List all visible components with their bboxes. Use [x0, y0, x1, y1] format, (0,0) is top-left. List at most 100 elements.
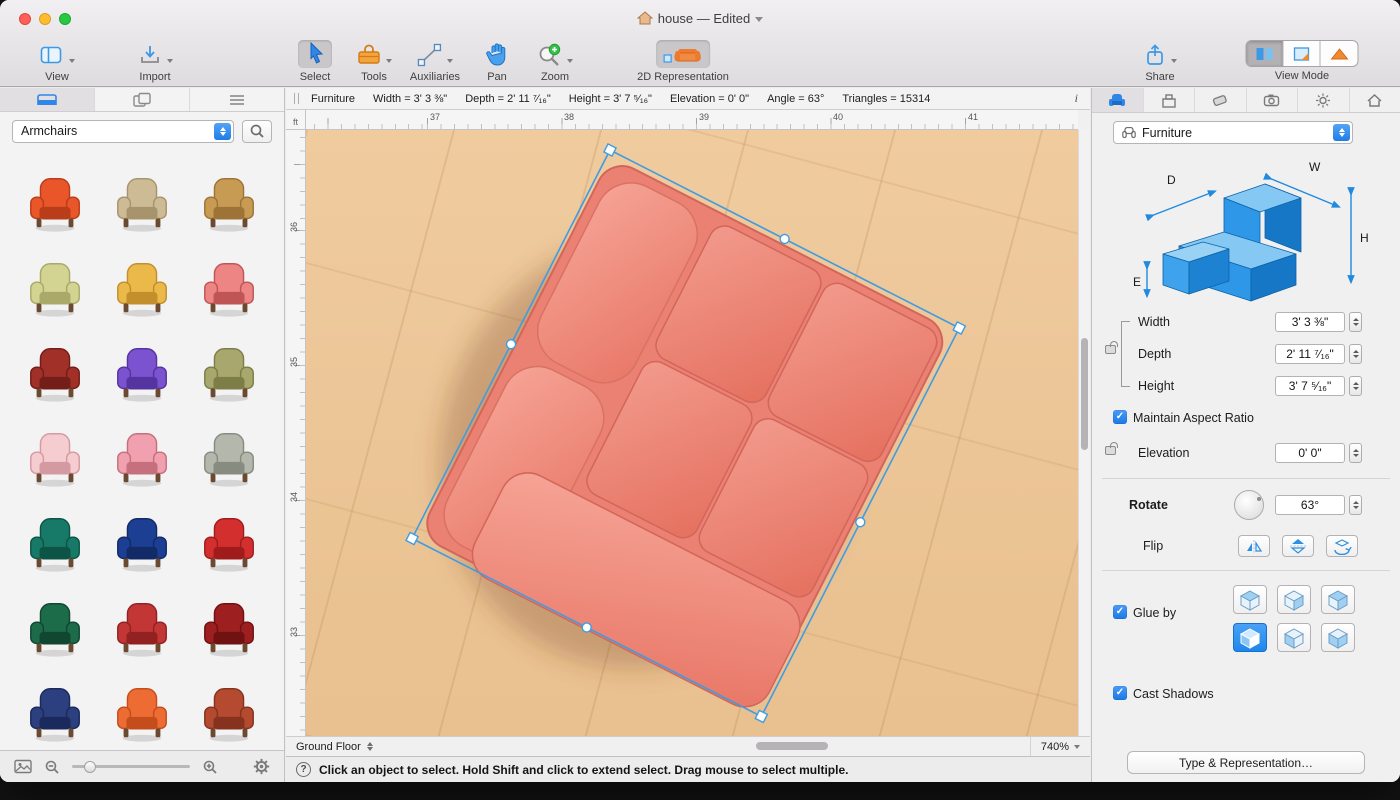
- toolbar-pan[interactable]: Pan: [479, 40, 515, 83]
- elevation-stepper[interactable]: [1349, 443, 1362, 463]
- cube-floor-icon: [1238, 626, 1262, 650]
- elevation-field[interactable]: 0' 0": [1275, 443, 1345, 463]
- category-select[interactable]: Armchairs: [12, 120, 234, 143]
- armchair-icon: [1108, 93, 1126, 108]
- house-inspector-tab[interactable]: [1350, 88, 1400, 112]
- view-mode-2d-segment[interactable]: [1247, 41, 1284, 66]
- glue-top-button[interactable]: [1233, 585, 1267, 614]
- pan-hand-icon: [485, 41, 509, 67]
- glue-front-button[interactable]: [1321, 623, 1355, 652]
- category-select-stepper[interactable]: [214, 123, 231, 140]
- armchair-item[interactable]: [196, 166, 262, 240]
- flip-depth-button[interactable]: [1326, 535, 1358, 557]
- flip-horizontal-button[interactable]: [1238, 535, 1270, 557]
- glue-floor-button-active[interactable]: [1233, 623, 1267, 652]
- depth-stepper[interactable]: [1349, 344, 1362, 364]
- height-field[interactable]: 3' 7 ⁵⁄₁₆": [1275, 376, 1345, 396]
- armchair-item[interactable]: [22, 676, 88, 750]
- armchair-item[interactable]: [109, 421, 175, 495]
- armchair-item[interactable]: [22, 251, 88, 325]
- glue-right-button[interactable]: [1277, 585, 1311, 614]
- elevation-lock-icon[interactable]: [1105, 446, 1116, 455]
- cast-shadows-checkbox[interactable]: [1113, 686, 1127, 700]
- title-chevron-icon[interactable]: [755, 17, 763, 22]
- armchair-item[interactable]: [109, 506, 175, 580]
- armchair-item[interactable]: [22, 506, 88, 580]
- zoom-in-icon[interactable]: [202, 759, 218, 775]
- rotate-dial[interactable]: [1234, 490, 1264, 520]
- thumbnail-size-slider[interactable]: [72, 760, 190, 774]
- toolbar-view[interactable]: View: [33, 40, 81, 83]
- divider: [1102, 478, 1390, 479]
- view-mode-3d-segment[interactable]: [1284, 41, 1321, 66]
- armchair-item[interactable]: [22, 166, 88, 240]
- dimensions-lock-icon[interactable]: [1105, 345, 1116, 354]
- slider-knob[interactable]: [84, 761, 96, 773]
- toolbar-auxiliaries[interactable]: Auxiliaries: [410, 40, 460, 83]
- armchair-item[interactable]: [196, 676, 262, 750]
- armchair-item[interactable]: [196, 421, 262, 495]
- library-search-row: Armchairs: [0, 112, 284, 150]
- armchair-item[interactable]: [109, 591, 175, 665]
- view-mode-elevation-segment[interactable]: [1321, 41, 1358, 66]
- building-inspector-tab[interactable]: [1144, 88, 1196, 112]
- maintain-aspect-checkbox[interactable]: [1113, 410, 1127, 424]
- floor-selector[interactable]: Ground Floor: [286, 737, 383, 756]
- camera-inspector-tab[interactable]: [1247, 88, 1299, 112]
- building-icon: [1161, 93, 1177, 108]
- height-stepper[interactable]: [1349, 376, 1362, 396]
- glue-by-label: Glue by: [1133, 606, 1176, 620]
- lists-tab[interactable]: [190, 88, 284, 111]
- flip-rotate-icon: [1331, 537, 1353, 555]
- status-message: Click an object to select. Hold Shift an…: [319, 763, 848, 777]
- floor-plan-area[interactable]: [306, 130, 1078, 736]
- armchair-item[interactable]: [22, 336, 88, 410]
- toolbar-share[interactable]: Share: [1137, 40, 1183, 83]
- furniture-library-tab[interactable]: [0, 88, 95, 111]
- glue-back-button[interactable]: [1321, 585, 1355, 614]
- light-inspector-tab[interactable]: [1298, 88, 1350, 112]
- canvas-zoom-select[interactable]: 740%: [1030, 737, 1090, 756]
- ruler-tick-label: 40: [833, 112, 843, 122]
- inspector-object-stepper[interactable]: [1333, 124, 1350, 141]
- armchair-item[interactable]: [196, 251, 262, 325]
- toolbar-zoom[interactable]: Zoom: [531, 40, 579, 83]
- materials-inspector-tab[interactable]: [1195, 88, 1247, 112]
- toolbar-2d-representation[interactable]: 2D Representation: [637, 40, 729, 83]
- preview-image-icon[interactable]: [14, 759, 32, 774]
- window-title-text: house — Edited: [658, 11, 751, 26]
- toolbar-tools[interactable]: Tools: [350, 40, 398, 83]
- glue-left-button[interactable]: [1277, 623, 1311, 652]
- vertical-scrollbar[interactable]: [1078, 130, 1090, 736]
- armchair-item[interactable]: [22, 421, 88, 495]
- glue-by-checkbox[interactable]: [1113, 605, 1127, 619]
- library-search-button[interactable]: [242, 120, 272, 143]
- width-stepper[interactable]: [1349, 312, 1362, 332]
- armchair-item[interactable]: [22, 591, 88, 665]
- furniture-inspector-tab[interactable]: [1092, 88, 1144, 112]
- selected-sofa[interactable]: [365, 134, 960, 736]
- vertical-scroll-thumb[interactable]: [1081, 338, 1088, 450]
- armchair-item[interactable]: [109, 676, 175, 750]
- inspector-object-select[interactable]: Furniture: [1113, 121, 1353, 144]
- toolbar-import[interactable]: Import: [131, 40, 179, 83]
- materials-library-tab[interactable]: [95, 88, 190, 111]
- width-field[interactable]: 3' 3 ⅜": [1275, 312, 1345, 332]
- info-icon[interactable]: i: [1075, 91, 1082, 106]
- armchair-item[interactable]: [196, 506, 262, 580]
- armchair-item[interactable]: [109, 336, 175, 410]
- zoom-out-icon[interactable]: [44, 759, 60, 775]
- armchair-item[interactable]: [109, 251, 175, 325]
- armchair-item[interactable]: [196, 336, 262, 410]
- rotate-field[interactable]: 63°: [1275, 495, 1345, 515]
- armchair-item[interactable]: [109, 166, 175, 240]
- gear-icon[interactable]: [253, 758, 270, 775]
- depth-field[interactable]: 2' 11 ⁷⁄₁₆": [1275, 344, 1345, 364]
- armchair-item[interactable]: [196, 591, 262, 665]
- horizontal-scroll-thumb[interactable]: [756, 742, 828, 750]
- toolbar-select[interactable]: Select: [298, 40, 332, 83]
- type-representation-button[interactable]: Type & Representation…: [1127, 751, 1365, 774]
- rotate-stepper[interactable]: [1349, 495, 1362, 515]
- help-icon[interactable]: ?: [296, 762, 311, 777]
- flip-vertical-button[interactable]: [1282, 535, 1314, 557]
